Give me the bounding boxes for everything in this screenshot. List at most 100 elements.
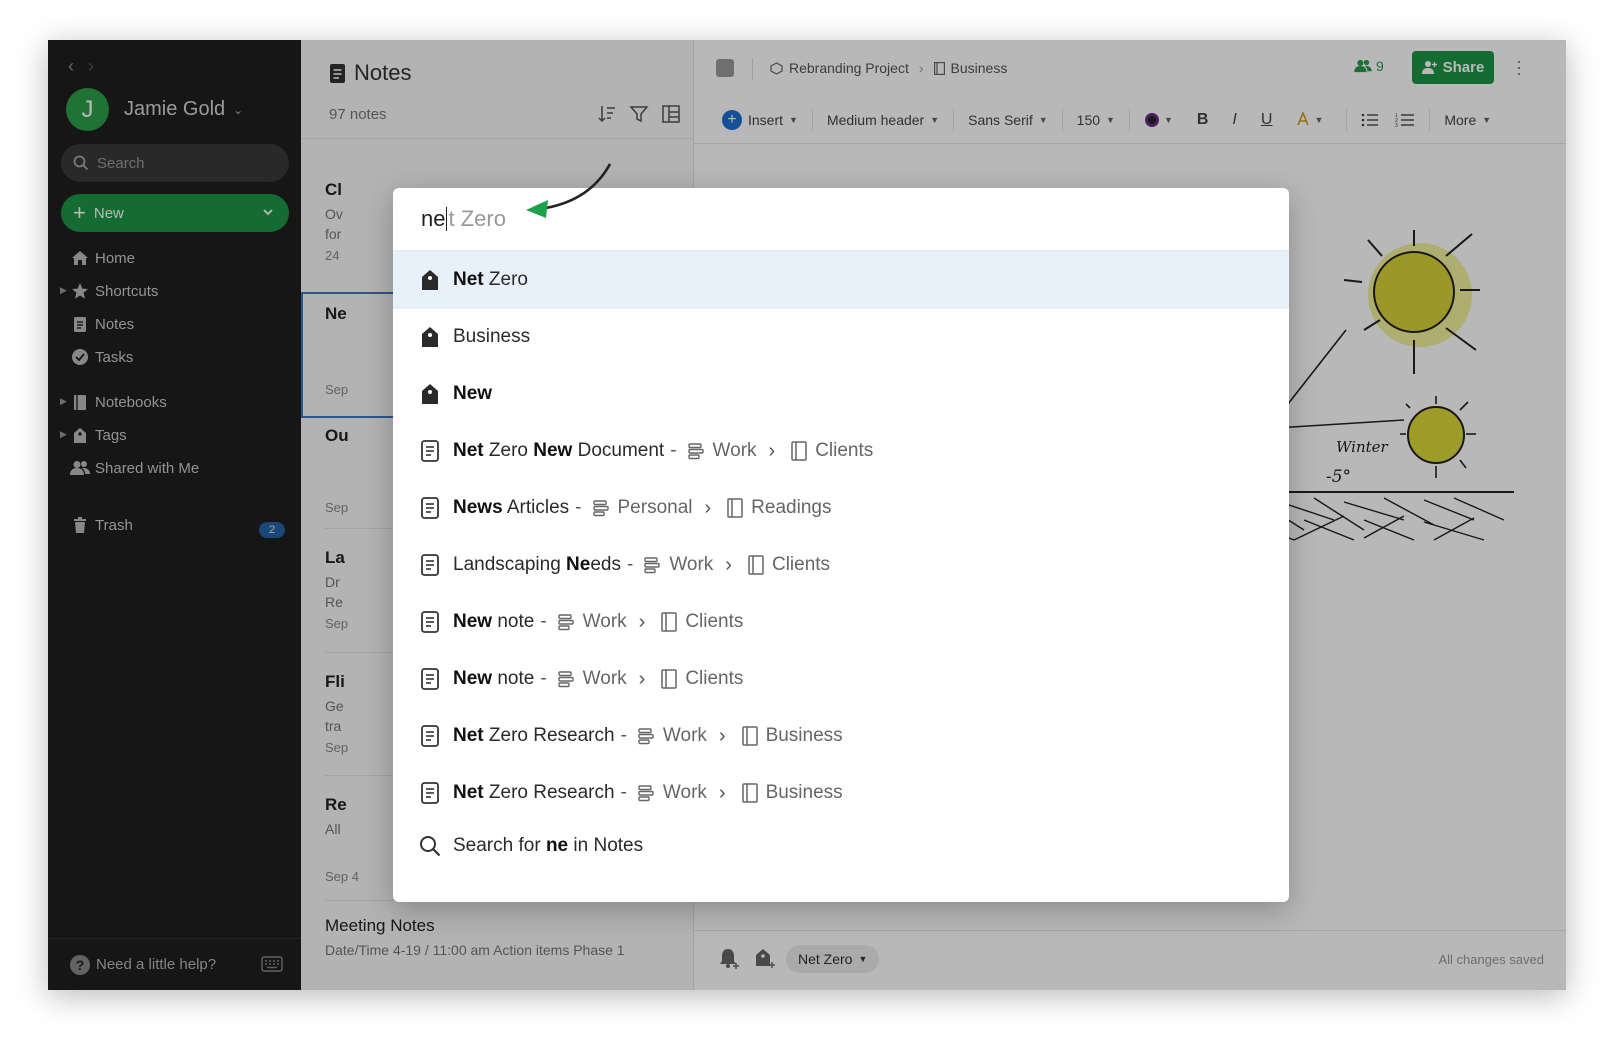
note-suggestion-row[interactable]: New note - Work › Clients	[393, 593, 1289, 651]
space-name: Work	[712, 440, 757, 461]
suggestion-title: Net Zero Research	[453, 725, 615, 747]
match-highlight: Net	[453, 269, 484, 290]
match-highlight: News	[453, 497, 503, 518]
note-location: Work › Business	[633, 725, 843, 748]
tag-suggestion-row[interactable]: New	[393, 365, 1289, 423]
space-stack-icon	[637, 727, 655, 745]
tag-suggestion-row[interactable]: Net Zero	[393, 251, 1289, 309]
annotation-arrow	[526, 163, 612, 218]
note-icon	[419, 667, 441, 691]
notebook-name: Business	[765, 725, 843, 746]
suggestion-title: News Articles	[453, 497, 569, 519]
title-text: Zero Research	[483, 725, 615, 746]
chevron-right-icon: ›	[725, 553, 732, 576]
title-text: Zero Research	[483, 782, 615, 803]
suggestion-title: Net Zero New Document	[453, 440, 664, 462]
note-icon	[419, 553, 441, 577]
suggestion-title: New note	[453, 611, 534, 633]
title-text: Business	[453, 326, 531, 347]
space-stack-icon	[557, 613, 575, 631]
note-suggestion-row[interactable]: Net Zero Research - Work › Business	[393, 764, 1289, 822]
separator: -	[620, 782, 627, 803]
chevron-right-icon: ›	[638, 667, 646, 690]
title-text: Document	[572, 440, 665, 461]
notebook-icon	[748, 555, 764, 575]
title-text: note	[492, 611, 535, 632]
note-icon	[419, 724, 441, 748]
title-text: Landscaping	[453, 554, 567, 575]
chevron-right-icon: ›	[704, 496, 712, 519]
search-in-notes-prefix: Search for	[453, 835, 546, 856]
notebook-name: Clients	[771, 554, 831, 575]
match-highlight: Net	[453, 725, 484, 746]
search-typed-text: ne	[421, 206, 446, 231]
tag-icon	[419, 325, 441, 349]
search-in-notes-term: ne	[545, 835, 569, 856]
separator: -	[540, 611, 547, 632]
search-icon	[419, 834, 441, 858]
note-suggestion-row[interactable]: News Articles - Personal › Readings	[393, 479, 1289, 537]
notebook-name: Clients	[815, 440, 874, 461]
note-suggestion-row[interactable]: Landscaping Needs - Work › Clients	[393, 536, 1289, 594]
space-stack-icon	[643, 556, 661, 574]
suggestion-title: Landscaping Needs	[453, 554, 621, 576]
notebook-icon	[661, 612, 678, 632]
space-name: Work	[669, 554, 714, 575]
note-location: Work › Clients	[683, 439, 874, 463]
match-highlight: Net	[453, 782, 484, 803]
notebook-icon	[791, 441, 807, 461]
notebook-icon	[741, 726, 758, 746]
notebook-name: Business	[765, 782, 843, 803]
notebook-name: Clients	[685, 668, 744, 689]
match-highlight: New	[453, 611, 493, 632]
notebook-name: Clients	[685, 611, 744, 632]
note-location: Work › Clients	[553, 610, 744, 634]
space-name: Work	[582, 611, 627, 632]
tag-suggestion-row[interactable]: Business	[393, 308, 1289, 366]
title-text: note	[492, 668, 535, 689]
search-autocomplete-text: t Zero	[448, 206, 506, 231]
space-name: Work	[582, 668, 627, 689]
chevron-right-icon: ›	[768, 439, 776, 462]
chevron-right-icon: ›	[638, 610, 646, 633]
title-text: eds	[590, 554, 621, 575]
match-highlight: New	[453, 383, 493, 404]
match-highlight: New	[453, 668, 493, 689]
suggestion-title: Business	[453, 326, 530, 348]
title-text: Zero	[483, 440, 534, 461]
separator: -	[626, 554, 634, 575]
note-location: Personal › Readings	[588, 496, 832, 520]
app-window: ‹› J Jamie Gold ⌄ Search + New Home ▶ Sh…	[48, 40, 1566, 990]
note-suggestion-row[interactable]: Net Zero New Document - Work › Clients	[393, 422, 1289, 480]
notebook-icon	[727, 498, 743, 518]
notebook-name: Readings	[751, 497, 832, 518]
note-location: Work › Clients	[639, 554, 830, 577]
tag-icon	[419, 268, 441, 292]
space-stack-icon	[592, 499, 610, 517]
notebook-icon	[661, 669, 678, 689]
match-highlight: New	[533, 440, 573, 461]
note-icon	[419, 496, 441, 520]
title-text: Zero	[483, 269, 528, 290]
tag-icon	[419, 382, 441, 406]
note-location: Work › Clients	[553, 667, 744, 691]
match-highlight: Net	[453, 440, 484, 461]
suggestion-title: New note	[453, 668, 534, 690]
note-suggestion-row[interactable]: Net Zero Research - Work › Business	[393, 707, 1289, 765]
note-icon	[419, 439, 441, 463]
note-suggestion-row[interactable]: New note - Work › Clients	[393, 650, 1289, 708]
note-icon	[419, 610, 441, 634]
separator: -	[540, 668, 547, 689]
note-location: Work › Business	[633, 782, 843, 805]
chevron-right-icon: ›	[718, 781, 726, 804]
match-highlight: Ne	[566, 554, 591, 575]
separator: -	[620, 725, 627, 746]
chevron-right-icon: ›	[718, 724, 726, 747]
space-name: Personal	[617, 497, 693, 518]
space-name: Work	[662, 782, 707, 803]
separator: -	[670, 440, 677, 461]
title-text: Articles	[502, 497, 570, 518]
space-stack-icon	[637, 784, 655, 802]
search-in-notes-row[interactable]: Search for ne in Notes	[393, 817, 1289, 875]
separator: -	[575, 497, 582, 518]
